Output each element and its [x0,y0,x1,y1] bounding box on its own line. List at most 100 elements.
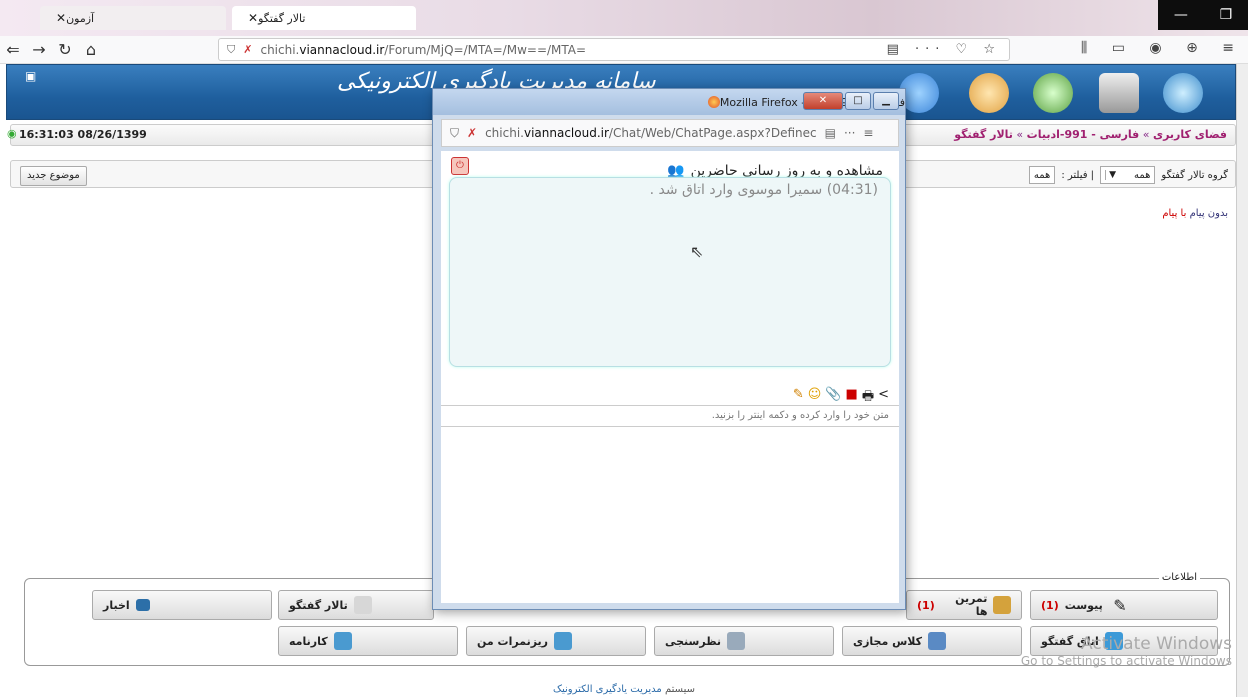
reader-icon[interactable]: ▤ [825,126,836,140]
footer: سیستم مدیریت یادگیری الکترونیک [0,684,1248,695]
filter-group: گروه تالار گفتگو همه ▼ | فیلتر : همه [1028,166,1228,184]
popup-window-controls: ▁ □ ✕ [803,92,899,110]
footer-link[interactable]: مدیریت یادگیری الکترونیک [553,684,662,695]
count-badge: (1) [917,598,935,612]
new-topic-button[interactable]: موضوع جدید [20,166,87,186]
url-prefix: chichi. [260,42,300,57]
button-label: نظرسنجی [665,634,722,648]
menu-icon[interactable]: ▣ [25,69,36,83]
filter-value: همه [1033,169,1051,181]
url-host: viannacloud.ir [523,126,609,140]
reload-icon[interactable]: ↻ [52,40,78,59]
my-grades-button[interactable]: ریزنمرات من [466,626,646,656]
shield-icon: ⛉ [450,125,460,140]
news-button[interactable]: اخبار [92,590,272,620]
transcript-button[interactable]: کارنامه [278,626,458,656]
browser-nav-bar: ⇐ → ↻ ⌂ ⛉ ✗ chichi. viannacloud.ir/Forum/… [0,36,1248,64]
attachment-button[interactable]: ✎ پیوست (1) [1030,590,1218,620]
user-icon[interactable] [969,73,1009,113]
home-icon[interactable]: ⌂ [78,40,104,59]
close-icon[interactable]: ✕ [803,92,843,110]
button-label: کلاس مجازی [853,634,923,648]
crumb-sep: » [1012,128,1027,141]
lock-icon: ✗ [467,126,478,140]
minimize-icon[interactable]: ▁ [873,92,899,110]
button-label: کارنامه [289,634,328,648]
crumb-sep: » [1139,128,1153,141]
scrollbar[interactable] [1236,64,1248,697]
legend: بدون پیام با پیام [1162,208,1228,219]
shield-icon: ⛉ [227,42,236,56]
tab-forum[interactable]: تالار گفتگو ✕ [232,6,416,30]
maximize-icon[interactable]: □ [845,92,871,110]
group-label: گروه تالار گفتگو [1161,169,1228,181]
button-label: تمرین ها [955,592,988,618]
url-path: /Forum/MjQ=/MTA=/Mw==/MTA= [384,42,587,57]
windows-watermark: Activate Windows Go to Settings to activ… [1021,634,1232,668]
url-host: viannacloud.ir [299,42,385,57]
chevron-down-icon: ▼ [1105,170,1116,180]
chat-input[interactable]: متن خود را وارد کرده و دکمه اینتر را بزن… [441,405,899,427]
lock-icon[interactable] [1099,73,1139,113]
clock: 16:31:03 08/26/1399 [19,128,147,141]
tab-label: آزمون [66,11,95,25]
footer-prefix: سیستم [664,684,695,695]
button-label: تالار گفتگو [289,598,348,612]
firefox-icon [707,96,720,108]
close-icon[interactable]: ✕ [248,11,258,25]
megaphone-icon [135,599,150,611]
tab-label: تالار گفتگو [258,11,306,25]
forward-icon[interactable]: → [26,40,52,59]
filter-select[interactable]: همه [1028,166,1056,184]
menu-icon[interactable]: ≡ [863,126,873,140]
group-value: همه [1133,169,1151,181]
button-label: پیوست [1064,598,1103,612]
close-icon[interactable]: ✕ [56,11,66,25]
survey-button[interactable]: نظرسنجی [654,626,834,656]
computer-icon[interactable] [1163,73,1203,113]
survey-icon [727,632,746,650]
chat-message: (04:31) سمیرا موسوی وارد اتاق شد . [649,182,878,198]
forum-button[interactable]: تالار گفتگو [278,590,434,620]
more-icon[interactable]: ··· [844,126,855,140]
email-icon[interactable] [1033,73,1073,113]
crumb-course[interactable]: فارسی - 991-ادبیات [1027,128,1140,141]
count-badge: (1) [1041,598,1059,612]
minimize-icon[interactable]: — [1174,7,1188,23]
chat-popup-window: فارسی - 991-ادبیات - Mozilla Firefox ▁ □… [432,88,906,610]
grades-icon [554,632,573,650]
restore-icon[interactable]: ❐ [1220,7,1233,23]
info-panel-label: اطلاعات [1158,572,1200,583]
button-label: ریزنمرات من [477,634,549,648]
exit-chat-icon[interactable]: ⏻ [451,157,469,175]
popup-titlebar: فارسی - 991-ادبیات - Mozilla Firefox ▁ □… [433,89,905,115]
popup-url-bar[interactable]: ⛉ ✗ chichi.viannacloud.ir/Chat/Web/ChatP… [441,119,899,147]
browser-tab-bar: آزمون ✕ تالار گفتگو ✕ — ❐ [0,0,1248,36]
lock-icon: ✗ [243,43,253,56]
url-actions[interactable]: ▤ ··· ♡ ☆ [887,42,1001,57]
forum-icon [353,596,372,614]
crumb-forum[interactable]: تالار گفتگو [954,128,1013,141]
back-icon[interactable]: ⇐ [0,40,26,59]
watermark-line1: Activate Windows [1081,634,1232,654]
url-prefix: chichi. [485,126,524,140]
paperclip-icon: ✎ [1113,596,1127,615]
virtual-class-button[interactable]: کلاس مجازی [842,626,1022,656]
url-path: /Chat/Web/ChatPage.aspx?Definec [608,126,817,140]
message-area: (04:31) سمیرا موسوی وارد اتاق شد . ⇖ [449,177,891,367]
button-label: اخبار [103,598,130,612]
filter-label: | فیلتر : [1061,169,1095,181]
transcript-icon [333,632,352,650]
mouse-cursor-icon: ⇖ [690,242,704,261]
legend-with-msg: با پیام [1162,208,1187,219]
watermark-line2: Go to Settings to activate Windows [1020,654,1232,668]
exercises-button[interactable]: تمرین ها (1) [906,590,1022,620]
tab-azmoon[interactable]: آزمون ✕ [40,6,226,30]
group-select[interactable]: همه ▼ [1100,166,1156,184]
refresh-icon[interactable]: ◉ [7,127,17,140]
toolbar-icons[interactable]: ⫼ ▭ ◉ ⊕ ≡ [1081,40,1244,56]
pencil-icon [993,596,1011,614]
url-bar[interactable]: ⛉ ✗ chichi. viannacloud.ir/Forum/MjQ=/MTA… [218,38,1010,61]
window-controls: — ❐ [1158,0,1248,30]
crumb-home[interactable]: فضای کاربری [1153,128,1227,141]
